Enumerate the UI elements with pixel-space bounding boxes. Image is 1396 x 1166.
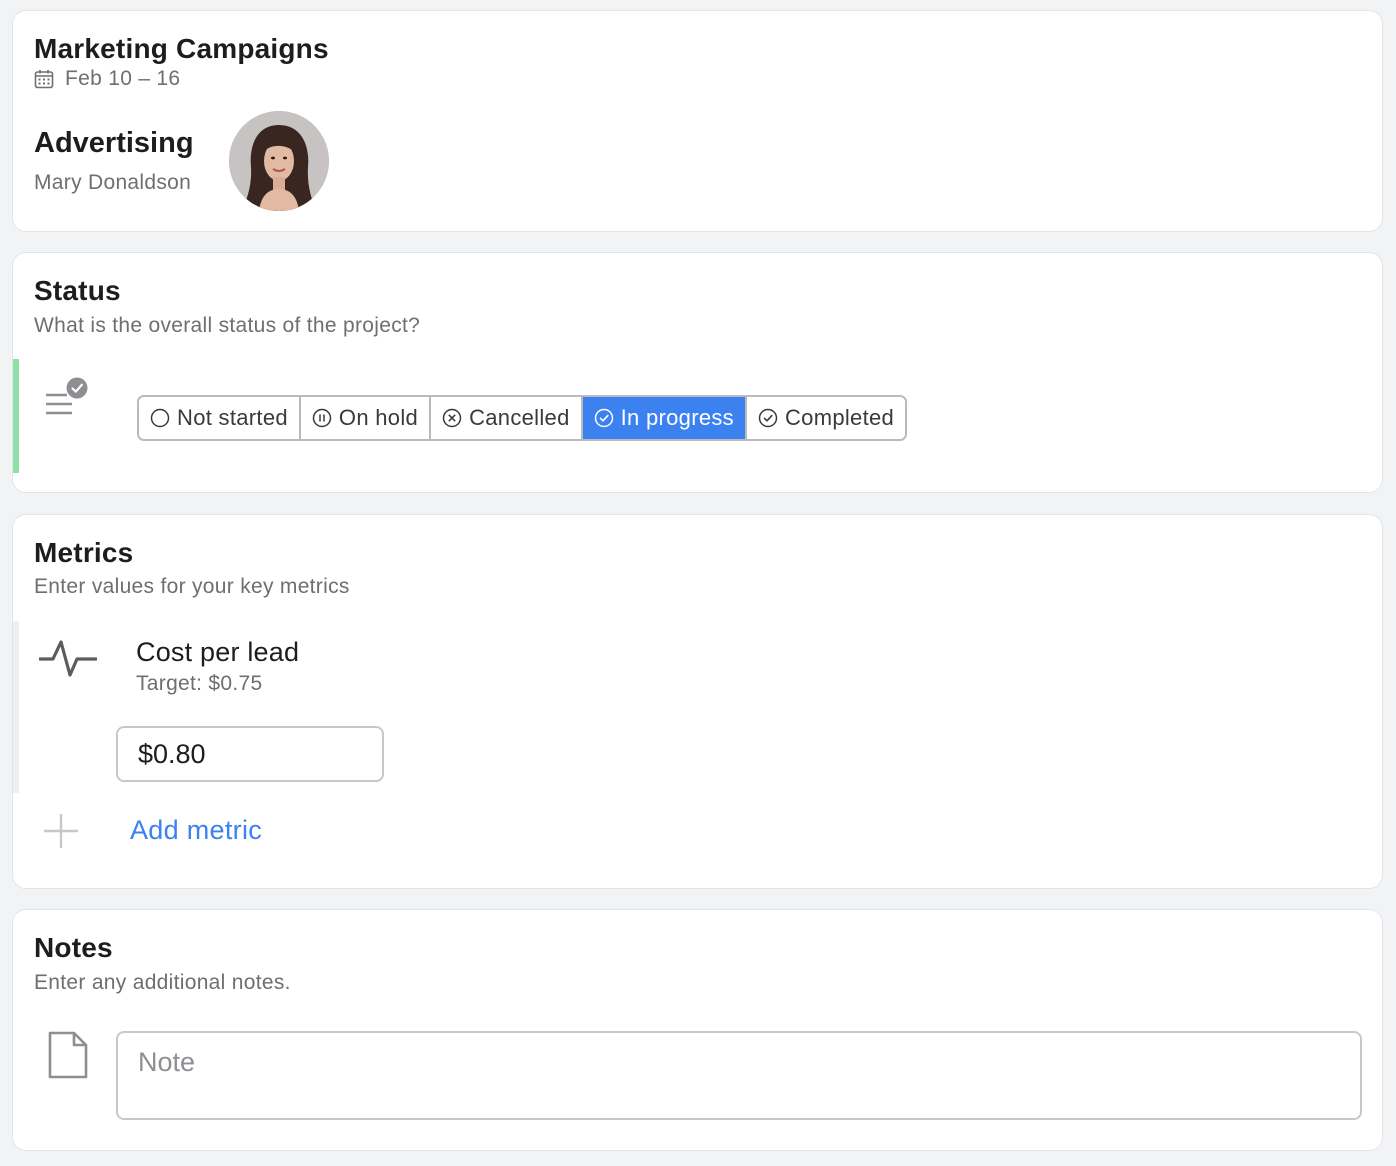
status-option-label: Completed: [784, 405, 895, 430]
metrics-description: Enter values for your key metrics: [34, 575, 350, 598]
x-circle-icon: [442, 408, 462, 428]
status-accent-bar: [13, 359, 19, 473]
status-option-completed[interactable]: Completed: [746, 397, 906, 439]
status-card: Status What is the overall status of the…: [12, 252, 1383, 493]
metrics-card: Metrics Enter values for your key metric…: [12, 514, 1383, 889]
status-description: What is the overall status of the projec…: [34, 314, 421, 337]
circle-icon: [150, 408, 170, 428]
status-option-on-hold[interactable]: On hold: [300, 397, 432, 439]
note-textarea[interactable]: [116, 1031, 1362, 1120]
plus-icon[interactable]: [41, 811, 81, 856]
status-option-cancelled[interactable]: Cancelled: [431, 397, 583, 439]
notes-title: Notes: [34, 932, 113, 963]
status-title: Status: [34, 275, 121, 306]
owner-name: Mary Donaldson: [34, 171, 192, 194]
status-option-not-started[interactable]: Not started: [139, 397, 301, 439]
document-icon: [47, 1030, 89, 1085]
metric-accent-bar: [13, 621, 19, 793]
metric-name: Cost per lead: [136, 637, 300, 667]
check-circle-icon: [758, 408, 778, 428]
add-metric-link[interactable]: Add metric: [130, 815, 262, 846]
page-title: Marketing Campaigns: [34, 33, 329, 64]
status-option-in-progress[interactable]: In progress: [582, 397, 747, 439]
status-list-check-icon: [43, 375, 91, 424]
status-option-label: Not started: [177, 405, 288, 430]
header-card: Marketing Campaigns Feb 10 – 16 Advertis…: [12, 10, 1383, 232]
status-option-label: Cancelled: [469, 405, 570, 430]
notes-card: Notes Enter any additional notes.: [12, 909, 1383, 1151]
date-range: Feb 10 – 16: [65, 67, 181, 90]
status-option-label: On hold: [338, 405, 419, 430]
pause-circle-icon: [312, 408, 332, 428]
status-segmented-control: Not started On hold Cancelled In progres…: [137, 395, 908, 441]
metrics-title: Metrics: [34, 537, 134, 568]
avatar[interactable]: [229, 111, 329, 211]
pulse-icon: [38, 637, 98, 686]
metric-target: Target: $0.75: [136, 672, 263, 695]
check-circle-icon: [594, 408, 614, 428]
date-range-row: Feb 10 – 16: [34, 67, 180, 91]
metric-value-input[interactable]: $0.80: [116, 726, 384, 782]
calendar-icon: [34, 69, 54, 89]
team-name: Advertising: [34, 127, 194, 159]
status-option-label: In progress: [620, 405, 734, 430]
notes-description: Enter any additional notes.: [34, 971, 291, 994]
